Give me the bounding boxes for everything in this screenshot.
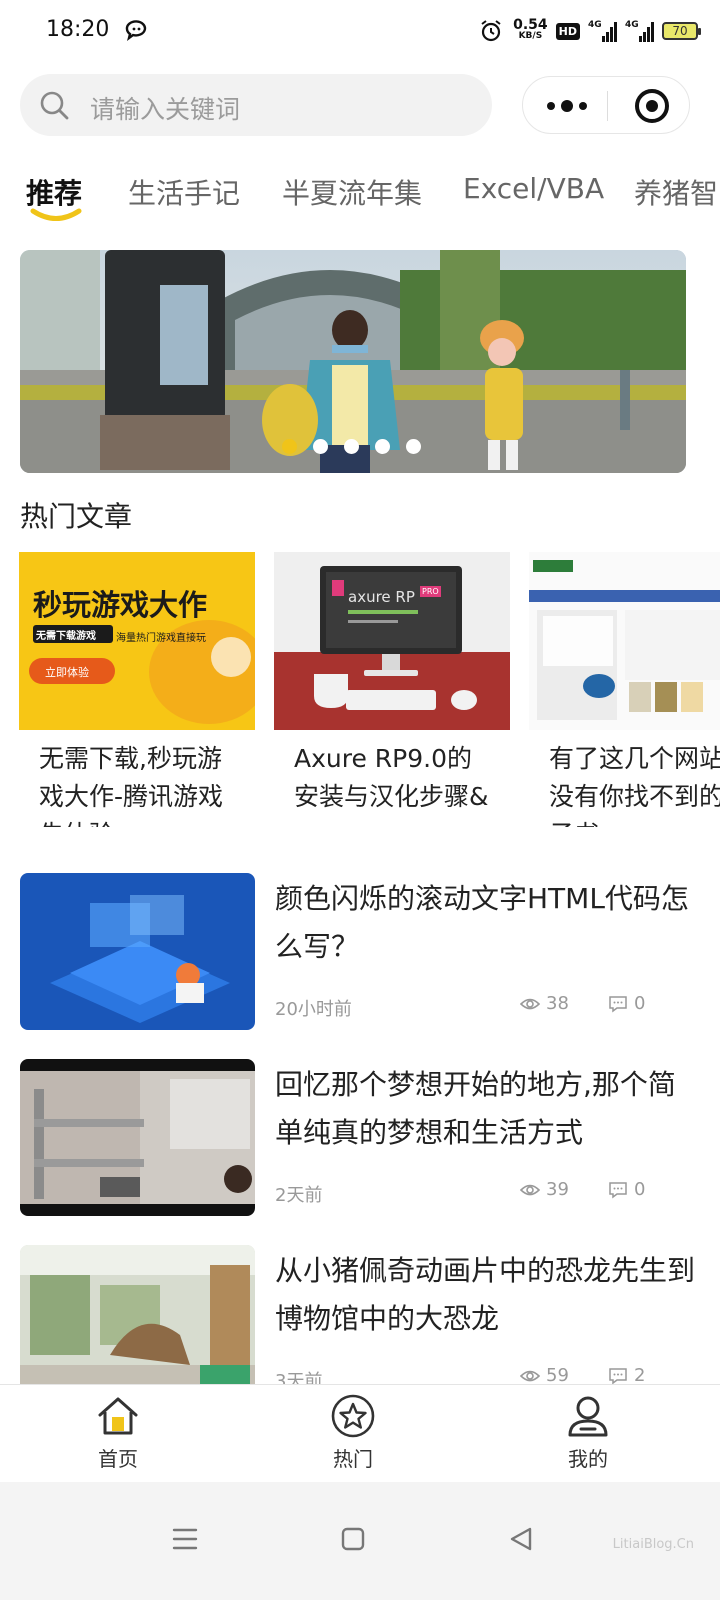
article-title: 从小猪佩奇动画片中的恐龙先生到博物馆中的大恐龙	[275, 1254, 696, 1335]
back-icon[interactable]	[508, 1526, 534, 1552]
star-icon	[331, 1394, 375, 1438]
tab-summer-years[interactable]: 半夏流年集	[282, 172, 422, 212]
list-item[interactable]: 颜色闪烁的滚动文字HTML代码怎么写？ 20小时前 38 0	[20, 873, 700, 1031]
close-target-button[interactable]	[635, 89, 669, 123]
tab-recommend[interactable]: 推荐	[26, 172, 82, 212]
chat-bubble-icon	[125, 20, 147, 41]
hot-card-thumb-button: 立即体验	[45, 666, 89, 679]
capsule-divider	[607, 91, 608, 121]
eye-icon	[520, 998, 540, 1009]
comment-icon	[609, 1367, 627, 1384]
view-count: 39	[520, 1179, 569, 1200]
status-time: 18:20	[46, 17, 110, 42]
tab-life-notes[interactable]: 生活手记	[128, 172, 240, 212]
hot-card-thumb	[529, 552, 720, 730]
watermark: LitiaiBlog.Cn	[612, 1537, 694, 1552]
article-time: 20小时前	[275, 999, 352, 1020]
hot-card[interactable]: axure RP PRO Axure RP9.0的安装与汉化步骤&	[274, 552, 510, 827]
hot-articles-carousel[interactable]: 秒玩游戏大作 无需下载游戏 海量热门游戏直接玩 立即体验 无需下载,秒玩游戏大作…	[0, 552, 720, 827]
eye-icon	[520, 1370, 540, 1381]
menu-icon[interactable]	[172, 1526, 198, 1552]
hot-card-thumb-tag: 无需下载游戏	[36, 631, 96, 642]
tab-excel-vba[interactable]: Excel/VBA	[463, 172, 604, 205]
mini-program-capsule	[522, 76, 690, 134]
hot-card-thumb: 秒玩游戏大作 无需下载游戏 海量热门游戏直接玩 立即体验	[19, 552, 255, 730]
comment-count: 2	[608, 1365, 645, 1386]
user-icon	[568, 1396, 608, 1437]
tab-pig-farming[interactable]: 养猪智	[634, 172, 718, 212]
hot-card-title: 无需下载,秒玩游戏大作-腾讯游戏先体验	[39, 744, 224, 827]
search-input[interactable]: 请输入关键词	[20, 74, 492, 136]
article-thumb	[20, 1059, 255, 1216]
home-square-icon[interactable]	[340, 1526, 366, 1552]
hot-card-thumb-sub: 海量热门游戏直接玩	[116, 633, 206, 644]
article-title: 颜色闪烁的滚动文字HTML代码怎么写？	[275, 882, 689, 963]
hot-card[interactable]: 有了这几个网站，没有你找不到的电子书	[529, 552, 720, 827]
comment-count: 0	[608, 993, 645, 1014]
view-count: 38	[520, 993, 569, 1014]
article-time: 2天前	[275, 1185, 323, 1206]
signal-icon: 4G	[625, 20, 654, 42]
comment-icon	[609, 1181, 627, 1198]
battery-icon: 70	[662, 22, 701, 40]
hot-card-thumb-badge: PRO	[420, 586, 441, 597]
status-bar: 18:20 0.54 KB/S HD 4G 4G 70	[0, 0, 720, 64]
article-thumb	[20, 1245, 255, 1402]
article-thumb	[20, 873, 255, 1030]
article-title: 回忆那个梦想开始的地方,那个简单纯真的梦想和生活方式	[275, 1068, 676, 1149]
banner-carousel[interactable]	[20, 250, 686, 473]
view-count: 59	[520, 1365, 569, 1386]
carousel-dot[interactable]	[282, 439, 297, 454]
category-tabs: 推荐 生活手记 半夏流年集 Excel/VBA 养猪智	[0, 164, 720, 224]
home-icon	[98, 1397, 138, 1435]
tab-active-indicator	[30, 208, 82, 221]
hot-card-thumb-heading: 秒玩游戏大作	[33, 588, 208, 622]
carousel-dot[interactable]	[406, 439, 421, 454]
more-options-button[interactable]	[547, 95, 587, 117]
hot-card-thumb-text: axure RP	[348, 588, 415, 606]
bottom-tab-bar: 首页 热门 我的	[0, 1384, 720, 1482]
carousel-dot[interactable]	[375, 439, 390, 454]
comment-count: 0	[608, 1179, 645, 1200]
hot-card-title: Axure RP9.0的安装与汉化步骤&	[294, 744, 489, 811]
search-placeholder: 请输入关键词	[90, 95, 241, 124]
hot-card[interactable]: 秒玩游戏大作 无需下载游戏 海量热门游戏直接玩 立即体验 无需下载,秒玩游戏大作…	[19, 552, 255, 827]
eye-icon	[520, 1184, 540, 1195]
tabbar-home[interactable]: 首页	[58, 1393, 178, 1472]
network-speed: 0.54 KB/S	[513, 17, 548, 41]
carousel-dot[interactable]	[313, 439, 328, 454]
hd-badge: HD	[555, 22, 580, 40]
search-icon	[40, 91, 69, 120]
tabbar-mine[interactable]: 我的	[528, 1393, 648, 1472]
carousel-dot[interactable]	[344, 439, 359, 454]
carousel-indicator	[282, 439, 421, 454]
tabbar-hot[interactable]: 热门	[293, 1393, 413, 1472]
hot-card-thumb: axure RP PRO	[274, 552, 510, 730]
list-item[interactable]: 从小猪佩奇动画片中的恐龙先生到博物馆中的大恐龙 3天前 59 2	[20, 1245, 700, 1403]
comment-icon	[609, 995, 627, 1012]
alarm-icon	[481, 20, 501, 42]
hot-card-title: 有了这几个网站，没有你找不到的电子书	[549, 744, 720, 827]
hot-section-title: 热门文章	[20, 500, 133, 533]
list-item[interactable]: 回忆那个梦想开始的地方,那个简单纯真的梦想和生活方式 2天前 39 0	[20, 1059, 700, 1217]
signal-icon: 4G	[588, 20, 617, 42]
